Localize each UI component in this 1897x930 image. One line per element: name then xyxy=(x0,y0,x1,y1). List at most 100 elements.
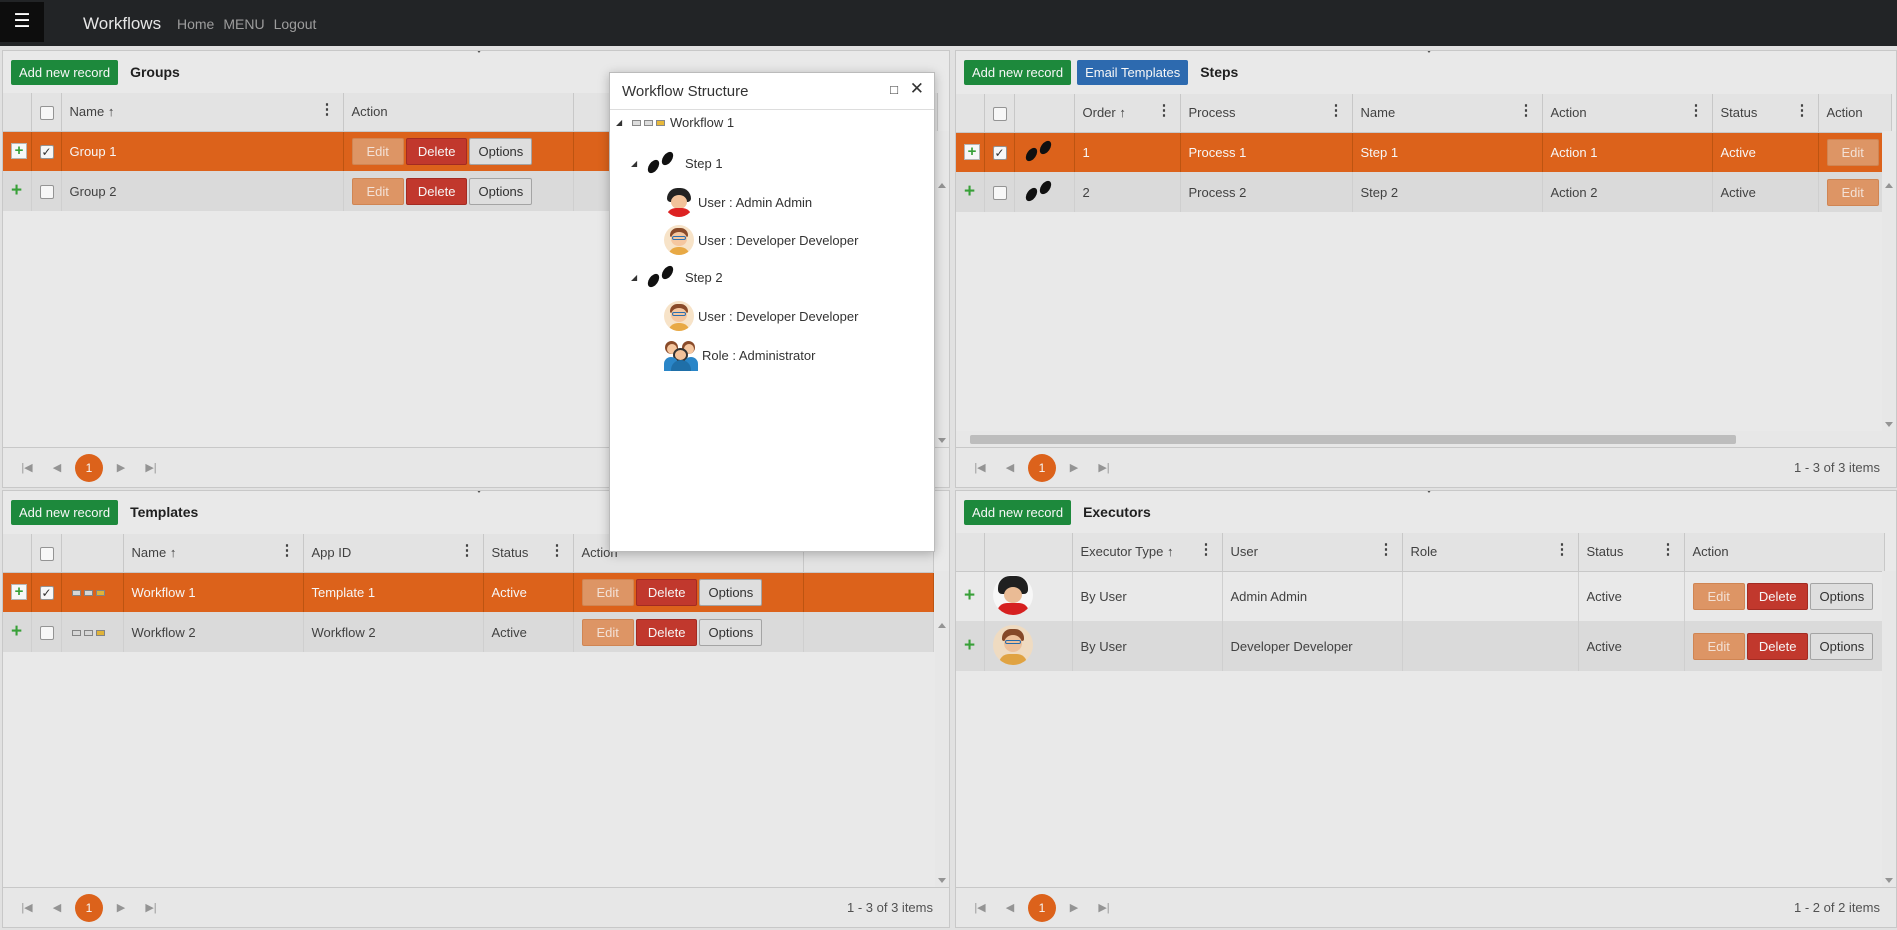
table-row[interactable]: + By User Admin Admin Active Edit Delete O… xyxy=(956,571,1885,621)
expand-cell[interactable]: + xyxy=(3,572,32,612)
scroll-down-arrow[interactable] xyxy=(938,878,946,883)
name-column-header[interactable]: Name ↑ ⋮ xyxy=(123,534,304,573)
next-page-icon[interactable]: ▶ xyxy=(1062,461,1086,474)
tree-node-user[interactable]: User : Developer Developer xyxy=(664,225,858,255)
column-menu-icon[interactable]: ⋮ xyxy=(550,543,565,558)
edit-button[interactable]: Edit xyxy=(1826,138,1879,166)
horizontal-scrollbar[interactable] xyxy=(956,431,1896,447)
table-row[interactable]: + Workflow 2 Workflow 2 Active Edit Delet… xyxy=(3,612,934,652)
options-button[interactable]: Options xyxy=(469,137,533,165)
scroll-down-arrow[interactable] xyxy=(1885,878,1893,883)
edit-button[interactable]: Edit xyxy=(1826,178,1879,206)
column-menu-icon[interactable]: ⋮ xyxy=(280,543,295,558)
current-page-button[interactable]: 1 xyxy=(1028,453,1056,482)
expand-row-icon[interactable]: + xyxy=(964,635,975,656)
table-row[interactable]: + ✓ Workflow 1 Template 1 Active Edit Del… xyxy=(3,572,934,612)
delete-button[interactable]: Delete xyxy=(405,177,468,205)
column-menu-icon[interactable]: ⋮ xyxy=(1661,542,1676,557)
nav-menu-link[interactable]: MENU xyxy=(223,16,264,32)
current-page-button[interactable]: 1 xyxy=(1028,893,1056,922)
options-button[interactable]: Options xyxy=(1810,632,1874,660)
column-menu-icon[interactable]: ⋮ xyxy=(1689,103,1704,118)
tree-node-role[interactable]: Role : Administrator xyxy=(664,339,815,371)
select-cell[interactable] xyxy=(31,612,62,652)
select-all-checkbox[interactable] xyxy=(39,105,54,120)
column-menu-icon[interactable]: ⋮ xyxy=(1157,103,1172,118)
status-column-header[interactable]: Status ⋮ xyxy=(1578,533,1685,572)
column-menu-icon[interactable]: ⋮ xyxy=(1519,103,1534,118)
collapse-toggle-icon[interactable]: ◢ xyxy=(631,273,641,282)
tree-node-step[interactable]: ◢ Step 2 xyxy=(631,263,723,290)
nav-home-link[interactable]: Home xyxy=(177,16,214,32)
order-column-header[interactable]: Order ↑ ⋮ xyxy=(1074,94,1181,133)
expand-cell[interactable]: + xyxy=(3,171,32,211)
expand-row-icon[interactable]: + xyxy=(11,621,22,642)
column-menu-icon[interactable]: ⋮ xyxy=(1795,103,1810,118)
name-column-header[interactable]: Name ⋮ xyxy=(1352,94,1543,133)
email-templates-button[interactable]: Email Templates xyxy=(1077,59,1189,85)
first-page-icon[interactable]: |◀ xyxy=(968,461,992,474)
row-checkbox[interactable] xyxy=(992,185,1007,200)
scroll-up-arrow[interactable] xyxy=(1885,183,1893,188)
table-row[interactable]: + ✓ 1 Process 1 Step 1 Action 1 Active E… xyxy=(956,132,1892,172)
current-page-button[interactable]: 1 xyxy=(75,453,103,482)
type-column-header[interactable]: Executor Type ↑ ⋮ xyxy=(1072,533,1223,572)
tree-node-user[interactable]: User : Developer Developer xyxy=(664,301,858,331)
options-button[interactable]: Options xyxy=(699,618,763,646)
nav-logout-link[interactable]: Logout xyxy=(274,16,317,32)
user-column-header[interactable]: User ⋮ xyxy=(1222,533,1403,572)
scroll-up-arrow[interactable] xyxy=(938,183,946,188)
scroll-down-arrow[interactable] xyxy=(1885,422,1893,427)
dialog-titlebar[interactable]: Workflow Structure □ ✕ xyxy=(610,73,934,110)
horizontal-scroll-thumb[interactable] xyxy=(970,435,1736,444)
tree-node-user[interactable]: User : Admin Admin xyxy=(664,187,812,217)
prev-page-icon[interactable]: ◀ xyxy=(45,461,69,474)
options-button[interactable]: Options xyxy=(469,177,533,205)
column-menu-icon[interactable]: ⋮ xyxy=(1199,542,1214,557)
row-checkbox[interactable]: ✓ xyxy=(39,145,54,160)
delete-button[interactable]: Delete xyxy=(1746,632,1809,660)
column-menu-icon[interactable]: ⋮ xyxy=(320,102,335,117)
table-row[interactable]: + By User Developer Developer Active Edi… xyxy=(956,621,1885,671)
tree-node-step[interactable]: ◢ Step 1 xyxy=(631,149,723,176)
edit-button[interactable]: Edit xyxy=(351,137,404,165)
prev-page-icon[interactable]: ◀ xyxy=(45,901,69,914)
edit-button[interactable]: Edit xyxy=(1692,582,1745,610)
maximize-icon[interactable]: □ xyxy=(890,82,898,97)
expand-cell[interactable]: + xyxy=(956,172,985,212)
app-brand[interactable]: Workflows xyxy=(83,14,161,34)
action-column-header[interactable]: Action ⋮ xyxy=(1542,94,1713,133)
last-page-icon[interactable]: ▶| xyxy=(1092,461,1116,474)
expand-cell[interactable]: + xyxy=(3,612,32,652)
hamburger-menu-button[interactable]: ☰ xyxy=(0,2,44,42)
templates-add-button[interactable]: Add new record xyxy=(11,499,119,525)
expand-row-icon[interactable]: + xyxy=(11,143,27,160)
select-cell[interactable] xyxy=(31,171,62,211)
delete-button[interactable]: Delete xyxy=(1746,582,1809,610)
next-page-icon[interactable]: ▶ xyxy=(109,901,133,914)
first-page-icon[interactable]: |◀ xyxy=(968,901,992,914)
appid-column-header[interactable]: App ID ⋮ xyxy=(303,534,484,573)
prev-page-icon[interactable]: ◀ xyxy=(998,461,1022,474)
steps-add-button[interactable]: Add new record xyxy=(964,59,1072,85)
vertical-scrollbar[interactable] xyxy=(935,571,949,887)
select-cell[interactable]: ✓ xyxy=(984,132,1015,172)
role-column-header[interactable]: Role ⋮ xyxy=(1402,533,1579,572)
options-button[interactable]: Options xyxy=(1810,582,1874,610)
vertical-scrollbar[interactable] xyxy=(935,131,949,447)
first-page-icon[interactable]: |◀ xyxy=(15,461,39,474)
delete-button[interactable]: Delete xyxy=(405,137,468,165)
delete-button[interactable]: Delete xyxy=(635,618,698,646)
status-column-header[interactable]: Status ⋮ xyxy=(1712,94,1819,133)
current-page-button[interactable]: 1 xyxy=(75,893,103,922)
last-page-icon[interactable]: ▶| xyxy=(139,461,163,474)
executors-add-button[interactable]: Add new record xyxy=(964,499,1072,525)
last-page-icon[interactable]: ▶| xyxy=(139,901,163,914)
vertical-scrollbar[interactable] xyxy=(1882,571,1896,887)
expand-cell[interactable]: + xyxy=(956,132,985,172)
select-all-checkbox[interactable] xyxy=(39,546,54,561)
delete-button[interactable]: Delete xyxy=(635,578,698,606)
select-cell[interactable] xyxy=(984,172,1015,212)
expand-row-icon[interactable]: + xyxy=(11,180,22,201)
column-menu-icon[interactable]: ⋮ xyxy=(460,543,475,558)
